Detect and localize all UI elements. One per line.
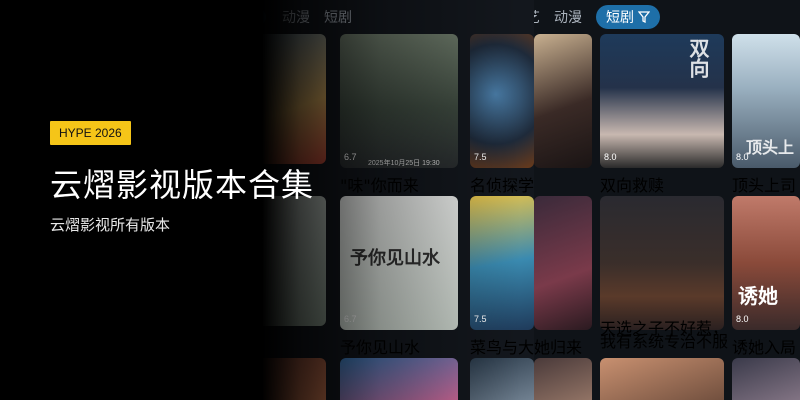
poster-art-text: 顶头上 — [746, 138, 795, 157]
filter-funnel-icon — [638, 11, 650, 23]
poster-art-text: 予你见山水 — [350, 248, 440, 269]
card-title: 她归来 — [534, 338, 583, 357]
poster-card[interactable] — [262, 358, 326, 400]
card-title: 予你见山水 — [340, 338, 421, 357]
poster-card[interactable]: 7.5 — [470, 34, 534, 168]
tab-filter-active-partial[interactable] — [262, 9, 266, 25]
tab-partial-char[interactable]: 艺 — [534, 7, 540, 27]
app-screenshot-background: 动漫 短剧 6.7 2025年10月25日 19:30 "味"你而来 予你见山水… — [262, 0, 800, 400]
poster-card[interactable] — [534, 196, 592, 330]
page-subtitle: 云熠影视所有版本 — [50, 216, 171, 234]
card-title: "味"你而来 — [340, 176, 419, 195]
poster-card[interactable] — [534, 34, 592, 168]
card-title: 天选之子不好惹，我有系统专治不服 — [600, 319, 729, 351]
poster-card[interactable]: 予你见山水 6.7 — [340, 196, 458, 330]
tab-bar-left: 动漫 短剧 — [262, 6, 366, 28]
poster-card[interactable] — [262, 196, 326, 326]
card-title: 双向救赎 — [600, 176, 665, 195]
poster-card[interactable] — [262, 34, 326, 164]
tab-short-drama-label: 短剧 — [606, 9, 634, 25]
score-badge: 8.0 — [604, 152, 617, 162]
poster-card[interactable] — [600, 196, 724, 330]
poster-caption: 2025年10月25日 19:30 — [368, 160, 440, 167]
tab-anime[interactable]: 动漫 — [282, 7, 310, 27]
poster-card[interactable] — [732, 358, 800, 400]
page-title: 云熠影视版本合集 — [50, 166, 315, 204]
poster-card[interactable]: 诱她 8.0 — [732, 196, 800, 330]
poster-card[interactable]: 6.7 2025年10月25日 19:30 — [340, 34, 458, 168]
poster-card[interactable]: 7.5 — [470, 196, 534, 330]
tab-short-drama-active[interactable]: 短剧 — [596, 5, 660, 29]
score-badge: 8.0 — [736, 152, 749, 162]
score-badge: 6.7 — [344, 314, 357, 324]
tab-bar-right: 艺 动漫 短剧 — [534, 5, 674, 29]
hype-badge: HYPE 2026 — [50, 121, 131, 145]
score-badge: 8.0 — [736, 314, 749, 324]
poster-card[interactable]: 双向 8.0 — [600, 34, 724, 168]
poster-card[interactable] — [470, 358, 534, 400]
score-badge: 7.5 — [474, 152, 487, 162]
tab-short-drama[interactable]: 短剧 — [324, 7, 352, 27]
poster-card[interactable] — [340, 358, 458, 400]
tab-anime[interactable]: 动漫 — [554, 7, 582, 27]
poster-card[interactable] — [534, 358, 592, 400]
poster-art-text: 双向 — [686, 38, 710, 78]
poster-art-text: 诱她 — [738, 284, 778, 308]
score-badge: 6.7 — [344, 152, 357, 162]
screenshot-right: 艺 动漫 短剧 她归来 双向 8.0 双向救赎 天选之子不好惹，我有系统专治不服… — [534, 0, 800, 400]
card-title: 诱她入局 — [732, 338, 797, 357]
score-badge: 7.5 — [474, 314, 487, 324]
poster-card[interactable]: 顶头上 8.0 — [732, 34, 800, 168]
poster-card[interactable] — [600, 358, 724, 400]
